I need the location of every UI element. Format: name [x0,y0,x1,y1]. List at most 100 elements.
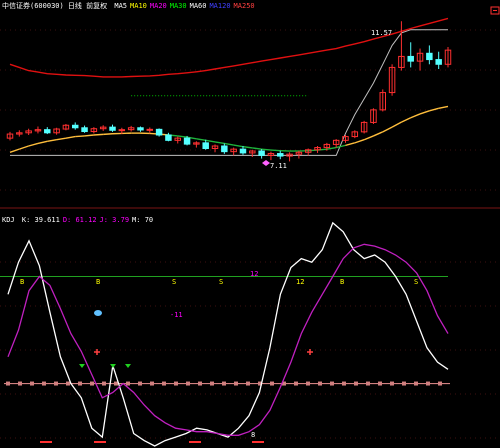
ma-legend-item: MA120 [209,2,231,10]
ma-mid-segment [261,148,272,151]
mid-level-marker [198,381,202,386]
mid-level-marker [102,381,106,386]
mid-level-marker [66,381,70,386]
candle-body [221,145,228,153]
ma-mid-segment [363,135,374,141]
signal-dot-icon [94,310,102,316]
candle-body [277,153,284,157]
ma-mid-segment [28,142,39,147]
ma-mid-segment [410,113,421,119]
candle-body [118,129,126,132]
mid-level-marker [366,381,370,386]
mid-level-marker [162,381,166,386]
ma-mid-segment [345,142,355,147]
mid-level-marker [30,381,34,386]
candle-body [146,128,154,131]
ma-mid-segment [270,149,281,152]
mid-level-marker [150,381,154,386]
ma-mid-segment [177,135,188,138]
signal-label: S [219,278,224,286]
candle-body [71,124,79,129]
mid-level-marker [426,381,430,386]
mid-level-marker [390,381,394,386]
mid-level-marker [234,381,238,386]
kdj-legend: K: 39.611 D: 61.12 J: 3.79 M: 70 [22,216,156,224]
kdj-indicator-pane[interactable] [0,221,500,447]
ma-mid-segment [419,110,430,115]
mid-level-marker [414,381,418,386]
ma-mid-segment [429,107,439,112]
chart-stage [0,17,500,447]
ma-legend-item: MA5 [114,2,128,10]
kdj-title: KDJ [2,216,15,224]
signal-label: 12 [250,270,259,278]
candle-body [81,127,88,133]
ma-mid-segment [65,135,76,139]
mid-level-marker [318,381,322,386]
mid-level-marker [78,381,82,386]
mid-level-marker [18,381,22,386]
candle-body [435,59,442,65]
ma-mid-segment [354,139,365,144]
mid-level-marker [114,381,118,386]
buy-arrow-icon [125,364,131,368]
candle-body [239,148,247,154]
ma-legend-item: MA10 [130,2,147,10]
mid-level-marker [186,381,190,386]
candle-body [109,126,116,131]
low-price-label: 7.11 [270,162,287,170]
buy-arrow-icon [110,364,116,368]
ma-legend-item: MA60 [189,2,207,10]
candle-body [202,142,209,150]
candle-body [258,150,265,156]
buy-arrow-icon [79,364,85,368]
mid-level-marker [402,381,406,386]
low-marker-icon [262,160,270,166]
signal-label: B [20,278,25,286]
mid-level-marker [42,381,46,386]
ma-mid-segment [37,140,48,145]
high-price-label: 11.57 [371,29,393,37]
ma-mid-segment [391,121,402,128]
ma-mid-segment [196,138,206,142]
signal-label: 8 [251,431,256,439]
mid-level-marker [438,381,442,386]
signal-label: B [96,278,101,286]
mid-level-marker [222,381,226,386]
window-scroll-icon[interactable] [490,0,500,15]
mid-level-marker [246,381,250,386]
ma-mid-segment [93,133,104,136]
main-price-pane[interactable] [0,17,500,191]
candle-body [426,52,433,61]
ma-mid-segment [373,131,384,137]
main-chart-title: 中信证券(600030) 日线 前复权 [2,2,108,10]
signal-label: S [172,278,177,286]
ma-mid-segment [9,148,20,153]
mid-level-marker [354,381,358,386]
ma-mid-segment [103,133,113,136]
candle-body [165,134,172,141]
kdj-legend-item: D: 61.12 [62,216,97,224]
ma-long-line [9,17,449,78]
signal-label: -11 [170,311,183,319]
ma-mid-segment [233,144,244,148]
mid-level-marker [210,381,214,386]
ma-mid-segment [205,139,216,143]
ma-mid-segment [382,126,393,133]
mid-level-marker [306,381,310,386]
ma-legend-item: MA30 [169,2,187,10]
ma-mid-segment [19,145,29,150]
mid-level-marker [6,381,10,386]
ma-mid-segment [224,142,234,146]
signal-label: B [340,278,345,286]
mid-level-marker [138,381,142,386]
kdj-line-d [7,243,449,436]
candle-body [407,55,414,62]
mid-level-marker [270,381,274,386]
ma-legend-item: MA20 [149,2,167,10]
ma-mid-segment [438,105,449,109]
ma-mid-segment [401,117,412,123]
mid-level-marker [342,381,346,386]
ma-legend: MA5 MA10 MA20 MA30 MA60 MA120 MA250 [114,2,257,10]
candle-body [183,137,191,145]
